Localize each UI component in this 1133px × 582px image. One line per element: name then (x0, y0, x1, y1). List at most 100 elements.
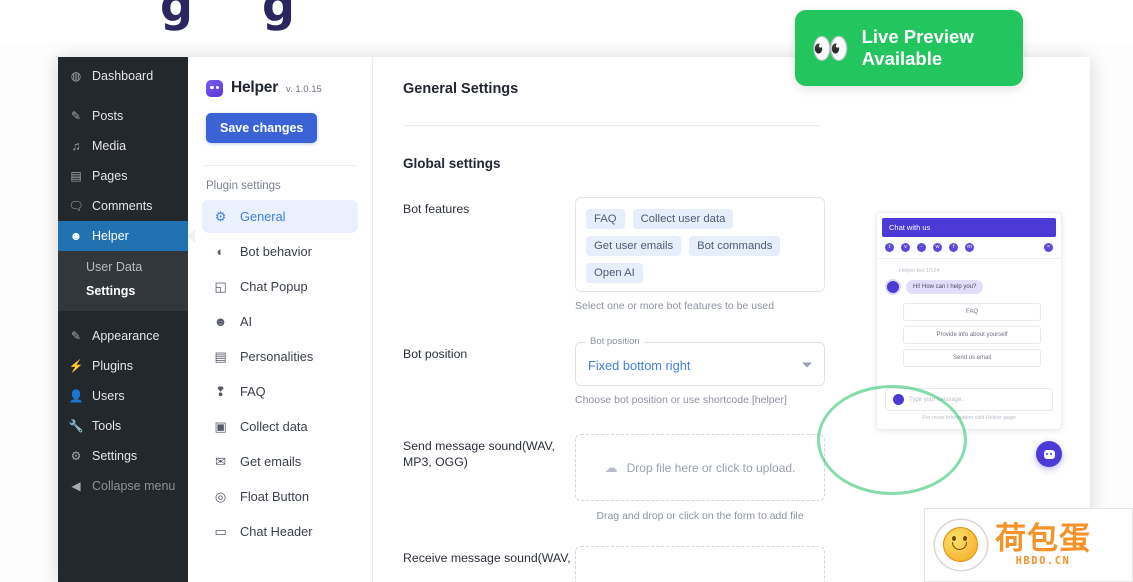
facebook-icon[interactable]: f (949, 243, 958, 252)
chat-launcher-button[interactable] (1036, 441, 1062, 467)
helper-bot-icon: ☻ (69, 228, 83, 243)
plug-icon: ⚡ (68, 358, 84, 373)
quick-reply-provide-info[interactable]: Provide info about yourself (903, 326, 1041, 344)
lightbulb-icon: ◐ (216, 244, 225, 259)
user-icon: 👤 (68, 388, 84, 403)
nav-item-label: General (240, 209, 286, 224)
comments-icon: 🗨 (68, 198, 84, 213)
nav-item-label: AI (240, 314, 253, 329)
sidebar-item-users[interactable]: 👤 Users (58, 381, 188, 411)
plugin-brand: Helper v. 1.0.15 (202, 75, 358, 97)
collapse-icon: ◀ (71, 478, 81, 493)
nav-item-float-button[interactable]: ◎ Float Button (202, 480, 358, 513)
sidebar-item-label: Collapse menu (92, 478, 176, 493)
sidebar-item-posts[interactable]: ✎ Posts (58, 101, 188, 131)
cloud-upload-icon: ☁ (604, 459, 618, 475)
sidebar-item-collapse-menu[interactable]: ◀ Collapse menu (58, 471, 188, 501)
twitter-icon[interactable]: t (885, 243, 894, 252)
nav-item-label: Get emails (240, 454, 302, 469)
bot-position-helper: Choose bot position or use shortcode [he… (575, 394, 787, 406)
sidebar-item-label: Users (92, 388, 125, 403)
row-label: Receive message sound(WAV, (403, 551, 571, 565)
bot-features-helper: Select one or more bot features to be us… (575, 300, 775, 312)
quick-reply-faq[interactable]: FAQ (903, 303, 1041, 321)
sidebar-item-label: Tools (92, 418, 122, 433)
telegram-icon[interactable]: - (917, 243, 926, 252)
live-preview-badge[interactable]: 👀 Live Preview Available (795, 10, 1023, 86)
sidebar-item-label: Media (92, 138, 127, 153)
bot-features-chip-group[interactable]: FAQ Collect user data Get user emails Bo… (575, 197, 825, 292)
chip-open-ai[interactable]: Open AI (586, 263, 643, 283)
row-label: Bot position (403, 347, 468, 361)
sidebar-item-media[interactable]: ♫ Media (58, 131, 188, 161)
bot-position-value: Fixed bottom right (588, 358, 691, 373)
header-bar-icon: ▭ (214, 523, 227, 539)
bot-position-legend: Bot position (586, 336, 644, 347)
viber-icon[interactable]: v (901, 243, 910, 252)
nav-item-general[interactable]: ⚙ General (202, 200, 358, 233)
nav-item-label: Personalities (240, 349, 314, 364)
whatsapp-icon[interactable]: w (933, 243, 942, 252)
admin-card: ◍ Dashboard ✎ Posts ♫ Media ▤ Pages 🗨 Co… (58, 57, 1090, 582)
chip-faq[interactable]: FAQ (586, 209, 625, 229)
chip-collect-user-data[interactable]: Collect user data (632, 209, 734, 229)
plugin-version: v. 1.0.15 (286, 84, 322, 95)
sidebar-item-pages[interactable]: ▤ Pages (58, 161, 188, 191)
chat-social-row: t v - w f m × (877, 237, 1061, 259)
nav-item-chat-header[interactable]: ▭ Chat Header (202, 515, 358, 548)
nav-item-bot-behavior[interactable]: ◐ Bot behavior (202, 235, 358, 268)
chevron-down-icon[interactable] (802, 362, 812, 368)
badge-line-1: Live Preview (861, 26, 974, 47)
nav-item-collect-data[interactable]: ▣ Collect data (202, 410, 358, 443)
save-disk-icon: ▣ (214, 418, 227, 434)
sidebar-item-label: Helper (92, 228, 129, 243)
nav-item-personalities[interactable]: ▤ Personalities (202, 340, 358, 373)
send-sound-dropzone[interactable]: ☁ Drop file here or click to upload. (575, 434, 825, 501)
watermark: 荷包蛋 HBDO.CN (924, 508, 1133, 582)
save-changes-button[interactable]: Save changes (206, 113, 318, 143)
sidebar-item-helper[interactable]: ☻ Helper (58, 221, 188, 251)
plugin-brand-name: Helper (231, 79, 279, 96)
bot-message-bubble: Hi! How can I help you? (906, 280, 984, 294)
helper-submenu: User Data Settings (58, 251, 188, 311)
quick-reply-send-email[interactable]: Send us email (903, 349, 1041, 367)
nav-item-chat-popup[interactable]: ◱ Chat Popup (202, 270, 358, 303)
send-sound-helper: Drag and drop or click on the form to ad… (596, 510, 804, 522)
nav-item-label: Chat Header (240, 524, 313, 539)
screenshot-root: g g ◍ Dashboard ✎ Posts ♫ Media ▤ Pages (0, 0, 1133, 582)
sidebar-item-label: Plugins (92, 358, 133, 373)
submenu-item-settings[interactable]: Settings (58, 279, 188, 303)
helper-logo-icon (206, 79, 223, 97)
watermark-url: HBDO.CN (1015, 555, 1071, 567)
chip-get-user-emails[interactable]: Get user emails (586, 236, 682, 256)
nav-caption: Plugin settings (206, 180, 281, 192)
dashboard-icon: ◍ (70, 68, 82, 83)
sidebar-item-comments[interactable]: 🗨 Comments (58, 191, 188, 221)
fried-egg-mascot-icon (935, 520, 987, 570)
chip-bot-commands[interactable]: Bot commands (689, 236, 781, 256)
sidebar-item-dashboard[interactable]: ◍ Dashboard (58, 61, 188, 91)
sidebar-item-label: Settings (92, 448, 138, 463)
eyes-emoji-icon: 👀 (811, 30, 850, 66)
close-icon[interactable]: × (1044, 243, 1053, 252)
nav-item-faq[interactable]: ❢ FAQ (202, 375, 358, 408)
settings-icon: ⚙ (70, 448, 82, 463)
sidebar-item-label: Posts (92, 108, 124, 123)
robot-icon: ☻ (213, 314, 228, 329)
title-divider (403, 125, 820, 126)
submenu-item-user-data[interactable]: User Data (58, 255, 188, 279)
nav-item-ai[interactable]: ☻ AI (202, 305, 358, 338)
sidebar-item-label: Pages (92, 168, 128, 183)
receive-sound-dropzone[interactable] (575, 546, 825, 582)
decorative-green-arc (817, 385, 967, 495)
messenger-icon[interactable]: m (965, 243, 974, 252)
nav-item-get-emails[interactable]: ✉ Get emails (202, 445, 358, 478)
sidebar-item-tools[interactable]: 🔧 Tools (58, 411, 188, 441)
bot-position-select[interactable]: Bot position Fixed bottom right (575, 336, 825, 386)
row-label: Send message sound(WAV, MP3, OGG) (403, 439, 555, 469)
sidebar-item-plugins[interactable]: ⚡ Plugins (58, 351, 188, 381)
popup-icon: ◱ (214, 278, 227, 294)
sidebar-item-appearance[interactable]: ✎ Appearance (58, 321, 188, 351)
sidebar-item-settings[interactable]: ⚙ Settings (58, 441, 188, 471)
watermark-brand: 荷包蛋 (995, 521, 1091, 557)
